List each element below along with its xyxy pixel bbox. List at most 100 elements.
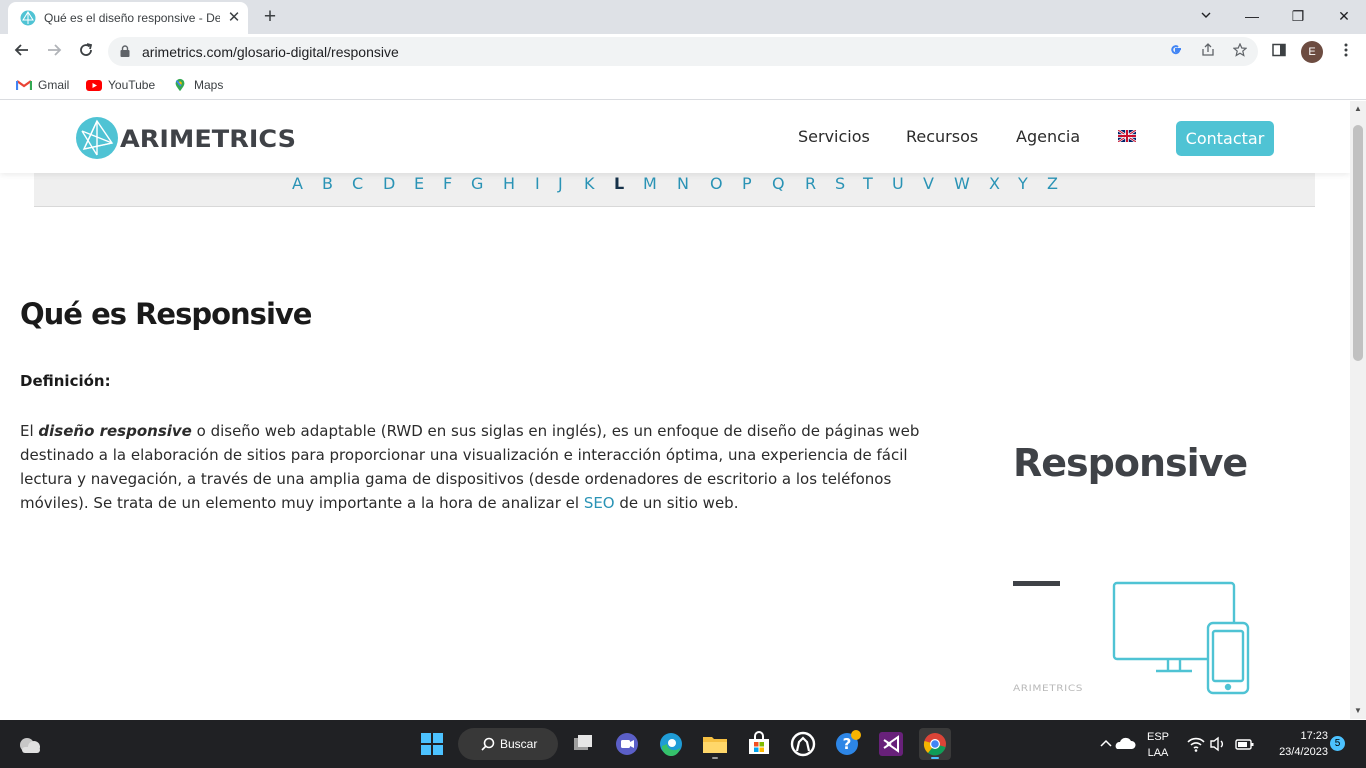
alphabet-letter-z[interactable]: Z: [1047, 174, 1058, 194]
forward-arrow-icon: [48, 44, 62, 56]
profile-avatar[interactable]: E: [1301, 41, 1323, 63]
onedrive-cloud-icon[interactable]: [1108, 728, 1140, 760]
bookmarks-bar: Gmail YouTube Maps: [0, 70, 1366, 100]
lock-icon: [120, 45, 130, 57]
notification-count-badge[interactable]: 5: [1330, 736, 1345, 751]
taskbar-search[interactable]: Buscar: [458, 728, 558, 760]
alphabet-letter-a[interactable]: A: [292, 174, 303, 194]
clock-time[interactable]: 17:23: [1262, 729, 1328, 743]
illustration-brand-mark: ARIMETRICS: [1013, 684, 1083, 692]
share-icon[interactable]: [1198, 42, 1218, 62]
bookmark-gmail[interactable]: Gmail: [16, 76, 76, 94]
scroll-thumb[interactable]: [1353, 125, 1363, 361]
alphabet-letter-k[interactable]: K: [584, 174, 595, 194]
alphabet-letter-h[interactable]: H: [503, 174, 515, 194]
alphabet-letter-f[interactable]: F: [443, 174, 452, 194]
reload-button[interactable]: [72, 38, 100, 66]
alphabet-letter-v[interactable]: V: [923, 174, 934, 194]
alphabet-letter-g[interactable]: G: [471, 174, 483, 194]
maps-icon: [175, 78, 185, 92]
tab-close-icon[interactable]: ✕: [224, 8, 244, 28]
google-translate-icon[interactable]: [1166, 42, 1186, 62]
browser-toolbar: arimetrics.com/glosario-digital/responsi…: [0, 34, 1366, 70]
file-explorer-icon[interactable]: [699, 728, 731, 760]
alphabet-letter-i[interactable]: I: [535, 174, 540, 194]
input-language-top[interactable]: ESP: [1144, 730, 1172, 744]
menu-kebab-icon[interactable]: [1336, 42, 1356, 62]
weather-widget-icon[interactable]: [14, 728, 46, 760]
restore-button[interactable]: ❐: [1284, 4, 1312, 28]
alphabet-letter-b[interactable]: B: [322, 174, 333, 194]
illustration-title: Responsive: [1013, 441, 1248, 485]
side-panel-icon[interactable]: [1269, 42, 1289, 62]
back-button[interactable]: [8, 38, 36, 66]
arimetrics-logo[interactable]: ARIMETRICS: [74, 115, 298, 161]
alphabet-letter-s[interactable]: S: [835, 174, 845, 194]
youtube-icon: [86, 80, 102, 91]
url-text: arimetrics.com/glosario-digital/responsi…: [142, 44, 399, 60]
nav-servicios[interactable]: Servicios: [798, 127, 870, 147]
svg-text:ARIMETRICS: ARIMETRICS: [1013, 684, 1083, 692]
teams-chat-icon[interactable]: [611, 728, 643, 760]
alphabet-letter-x[interactable]: X: [989, 174, 1000, 194]
scroll-down-icon[interactable]: ▼: [1350, 703, 1366, 719]
forward-button[interactable]: [40, 38, 68, 66]
alphabet-letter-l[interactable]: L: [614, 174, 624, 194]
battery-icon[interactable]: [1228, 728, 1260, 760]
microsoft-store-icon[interactable]: [743, 728, 775, 760]
taskbar-search-label: Buscar: [500, 737, 538, 751]
minimize-button[interactable]: —: [1238, 4, 1266, 28]
bookmark-maps[interactable]: Maps: [172, 76, 232, 94]
alphabet-letter-d[interactable]: D: [383, 174, 395, 194]
new-tab-button[interactable]: +: [258, 5, 282, 29]
nav-agencia[interactable]: Agencia: [1016, 127, 1080, 147]
alphabet-letter-p[interactable]: P: [742, 174, 752, 194]
alphabet-letter-n[interactable]: N: [677, 174, 689, 194]
alphabet-letter-e[interactable]: E: [414, 174, 424, 194]
arimetrics-favicon-icon: [20, 10, 36, 26]
search-icon: [481, 737, 495, 751]
body-suffix: de un sitio web.: [614, 494, 739, 512]
alphabet-letter-c[interactable]: C: [352, 174, 363, 194]
alphabet-letter-t[interactable]: T: [863, 174, 873, 194]
definition-label: Definición:: [20, 372, 111, 390]
alphabet-letter-y[interactable]: Y: [1018, 174, 1028, 194]
scroll-up-icon[interactable]: ▲: [1350, 101, 1366, 117]
gmail-icon: [16, 80, 32, 90]
uk-flag-icon[interactable]: [1118, 130, 1136, 142]
contact-button[interactable]: Contactar: [1176, 121, 1274, 156]
alphabet-letter-q[interactable]: Q: [772, 174, 785, 194]
svg-text:?: ?: [843, 735, 852, 753]
alphabet-letter-u[interactable]: U: [892, 174, 904, 194]
alphabet-letter-o[interactable]: O: [710, 174, 723, 194]
responsive-devices-illustration: [1112, 581, 1250, 695]
bookmark-youtube[interactable]: YouTube: [86, 76, 162, 94]
alphabet-letter-j[interactable]: J: [558, 174, 563, 194]
github-app-icon[interactable]: [787, 728, 819, 760]
address-bar[interactable]: arimetrics.com/glosario-digital/responsi…: [108, 37, 1258, 66]
windows-start-icon[interactable]: [416, 728, 448, 760]
tab-strip: Qué es el diseño responsive - De ✕ + — ❐…: [0, 0, 1366, 34]
page-scrollbar[interactable]: ▲ ▼: [1350, 101, 1366, 719]
bookmark-label: Maps: [194, 78, 224, 92]
active-tab[interactable]: Qué es el diseño responsive - De ✕: [8, 2, 248, 34]
alphabet-letter-m[interactable]: M: [643, 174, 657, 194]
edge-browser-icon[interactable]: [655, 728, 687, 760]
task-view-icon[interactable]: [567, 728, 599, 760]
help-app-icon[interactable]: ?: [831, 728, 863, 760]
arimetrics-logo-icon: [76, 117, 118, 159]
page-title: Qué es Responsive: [20, 297, 312, 331]
bookmark-star-icon[interactable]: [1230, 42, 1250, 62]
visual-studio-icon[interactable]: [875, 728, 907, 760]
alphabet-letter-w[interactable]: W: [954, 174, 970, 194]
close-window-button[interactable]: ✕: [1330, 4, 1358, 28]
input-language-bottom[interactable]: LAA: [1144, 746, 1172, 760]
chrome-browser-icon[interactable]: [919, 728, 951, 760]
alphabet-letter-r[interactable]: R: [805, 174, 816, 194]
tab-search-chevron-icon[interactable]: [1192, 4, 1220, 28]
clock-date[interactable]: 23/4/2023: [1262, 745, 1328, 759]
bookmark-label: YouTube: [108, 78, 156, 92]
body-term: diseño responsive: [38, 422, 192, 440]
seo-link[interactable]: SEO: [584, 494, 615, 512]
nav-recursos[interactable]: Recursos: [906, 127, 978, 147]
